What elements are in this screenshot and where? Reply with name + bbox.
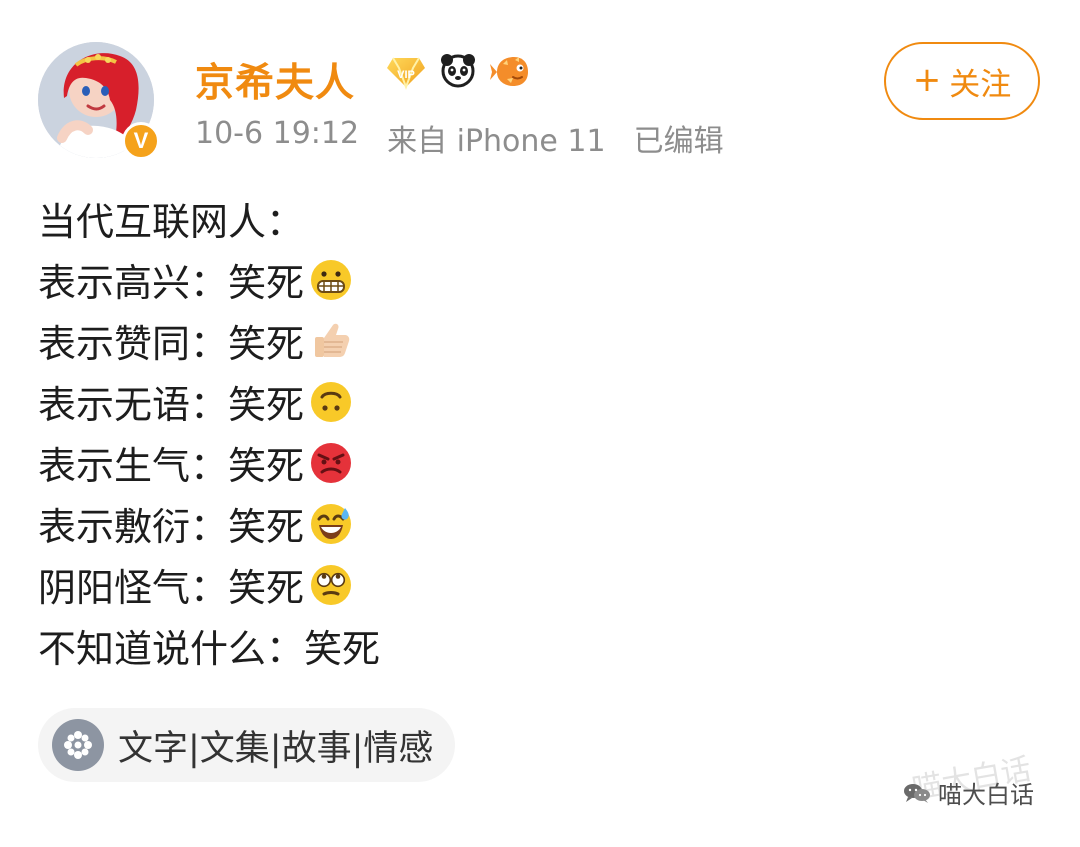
post-line-text: 当代互联网人： [38,200,305,244]
topic-tag[interactable]: 文字|文集|故事|情感 [38,708,456,782]
post-line-text: 表示高兴：笑死 [38,261,305,305]
post-line-text: 表示生气：笑死 [38,444,305,488]
post-source: 来自 iPhone 11 [387,124,606,159]
post-line: 表示敷衍：笑死 [38,493,1038,554]
post-line-text: 表示赞同：笑死 [38,322,305,366]
eye-roll-face-icon [311,564,352,605]
post-line: 表示无语：笑死 [38,371,1038,432]
follow-button[interactable]: + 关注 [884,42,1040,120]
topic-label: 文字|文集|故事|情感 [118,728,434,769]
post-line: 表示高兴：笑死 [38,249,1038,310]
edited-label: 已编辑 [633,124,724,159]
post-line-text: 表示敷衍：笑死 [38,505,305,549]
wechat-icon [904,783,930,803]
post-meta: 10-6 19:12 来自 iPhone 11 已编辑 [195,116,724,160]
vip-diamond-icon: VIP [387,57,425,90]
angry-face-icon [311,442,352,483]
post-line-text: 不知道说什么：笑死 [38,627,381,671]
watermark-text: 喵大白话 [938,781,1034,809]
follow-label: 关注 [949,66,1012,103]
post-line-text: 阴阳怪气：笑死 [38,566,305,610]
post-time: 10-6 19:12 [195,116,360,151]
pufferfish-icon [490,57,528,86]
post-line: 表示生气：笑死 [38,432,1038,493]
upside-down-face-icon [311,381,352,422]
flower-glyph [64,731,92,759]
flower-icon [52,719,104,771]
post-text: 当代互联网人： 表示高兴：笑死 表示赞同：笑死 表示无语：笑死 表示生气：笑死 [38,188,1038,676]
vip-badge-text: VIP [397,69,415,81]
user-badges: VIP [385,50,531,92]
post-header: V 京希夫人 VIP 10-6 19:12 来自 iPhone 11 已编辑 +… [38,42,1048,162]
post-line: 阴阳怪气：笑死 [38,554,1038,615]
sweat-smile-icon [311,503,352,544]
wechat-watermark: 喵大白话 [902,760,1062,825]
verified-badge: V [122,122,160,160]
thumbs-up-icon [315,323,350,357]
user-name[interactable]: 京希夫人 [195,52,355,108]
grinning-face-icon [311,259,352,300]
post-line: 当代互联网人： [38,188,1038,249]
post-line-text: 表示无语：笑死 [38,383,305,427]
plus-icon: + [912,60,942,100]
post-line: 表示赞同：笑死 [38,310,1038,371]
post-line: 不知道说什么：笑死 [38,615,1038,676]
panda-icon [441,54,475,88]
